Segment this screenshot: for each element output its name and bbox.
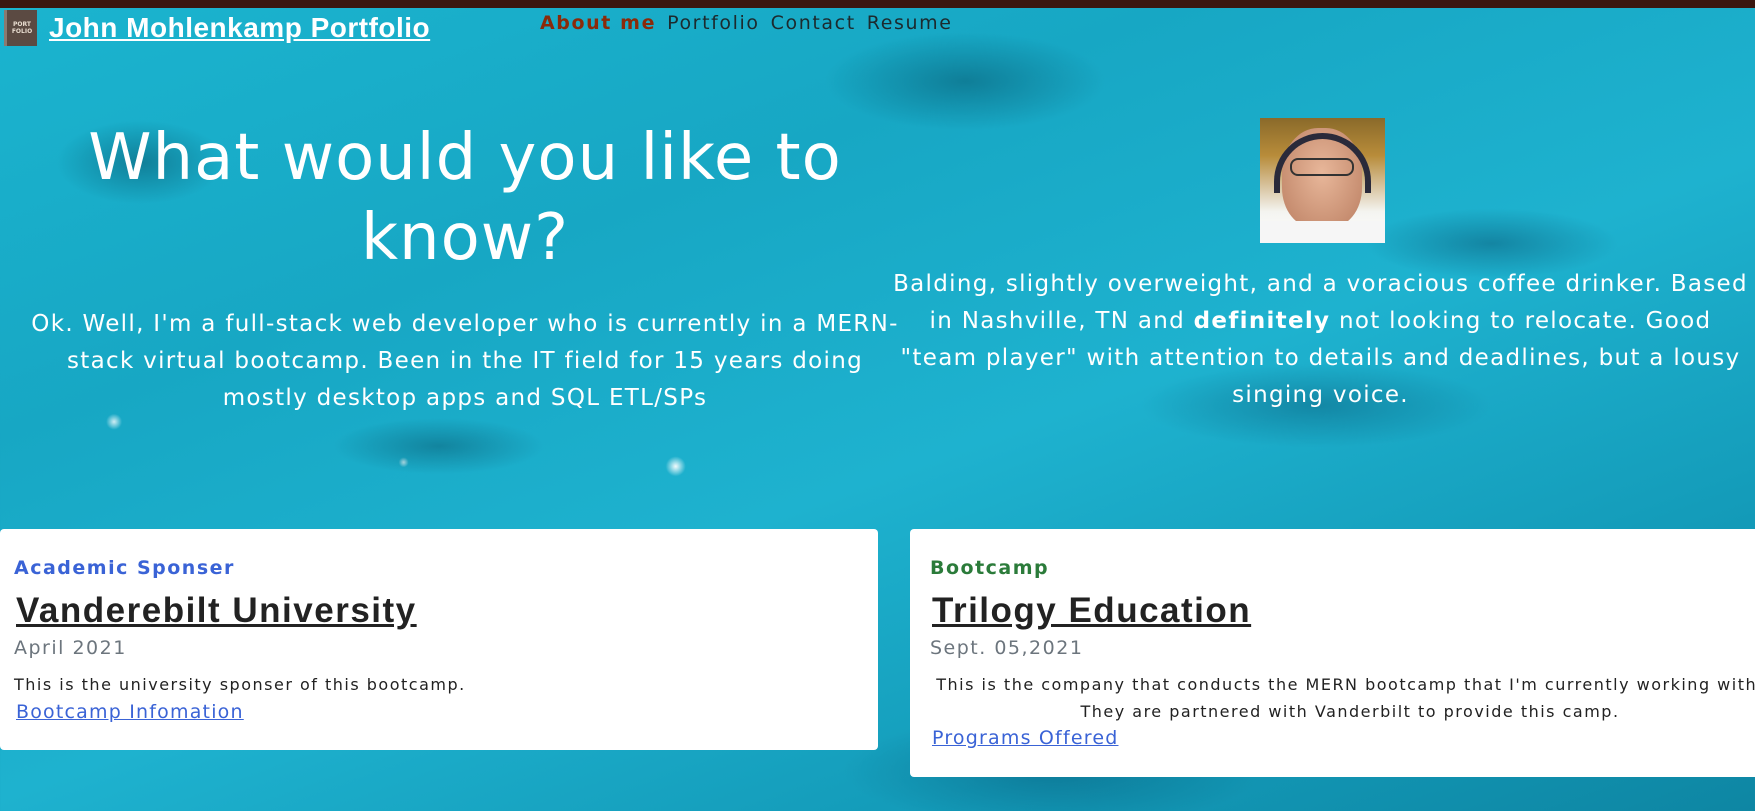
profile-photo [1260,118,1385,243]
nav-item-about-me[interactable]: About me [540,12,656,34]
nav-item-resume[interactable]: Resume [867,12,953,34]
shirt-shape [1260,221,1385,243]
bootcamp-information-link[interactable]: Bootcamp Infomation [16,701,244,723]
site-title-link[interactable]: John Mohlenkamp Portfolio [49,12,430,44]
glasses-shape [1290,158,1354,176]
logo-text-line-1: PORT [13,21,31,28]
card-date: April 2021 [14,637,127,659]
hero-intro-text: Ok. Well, I'm a full-stack web developer… [31,311,899,411]
main-nav: About me Portfolio Contact Resume [540,12,953,34]
programs-offered-link[interactable]: Programs Offered [932,727,1118,749]
hero-title: What would you like to know? [88,121,842,275]
logo-text-line-2: FOLIO [11,28,33,35]
card-tag: Bootcamp [930,557,1050,579]
hero-bio: Balding, slightly overweight, and a vora… [893,266,1748,414]
bio-text-bold: definitely [1193,308,1331,334]
card-bootcamp: Bootcamp Trilogy Education Sept. 05,2021… [910,529,1755,777]
portfolio-logo-icon[interactable]: PORT FOLIO [4,10,37,46]
card-date: Sept. 05,2021 [930,637,1084,659]
top-strip [0,0,1755,8]
nav-item-contact[interactable]: Contact [771,12,856,34]
card-academic-sponsor: Academic Sponser Vanderebilt University … [0,529,878,750]
hero-intro: What would you like to know? Ok. Well, I… [30,118,900,417]
card-title-link[interactable]: Trilogy Education [932,591,1251,631]
card-tag: Academic Sponser [14,557,235,579]
card-body: This is the university sponser of this b… [14,675,466,694]
nav-item-portfolio[interactable]: Portfolio [667,12,760,34]
card-body: This is the company that conducts the ME… [936,675,1755,721]
brand[interactable]: PORT FOLIO John Mohlenkamp Portfolio [4,10,430,46]
card-title-link[interactable]: Vanderebilt University [16,591,417,631]
